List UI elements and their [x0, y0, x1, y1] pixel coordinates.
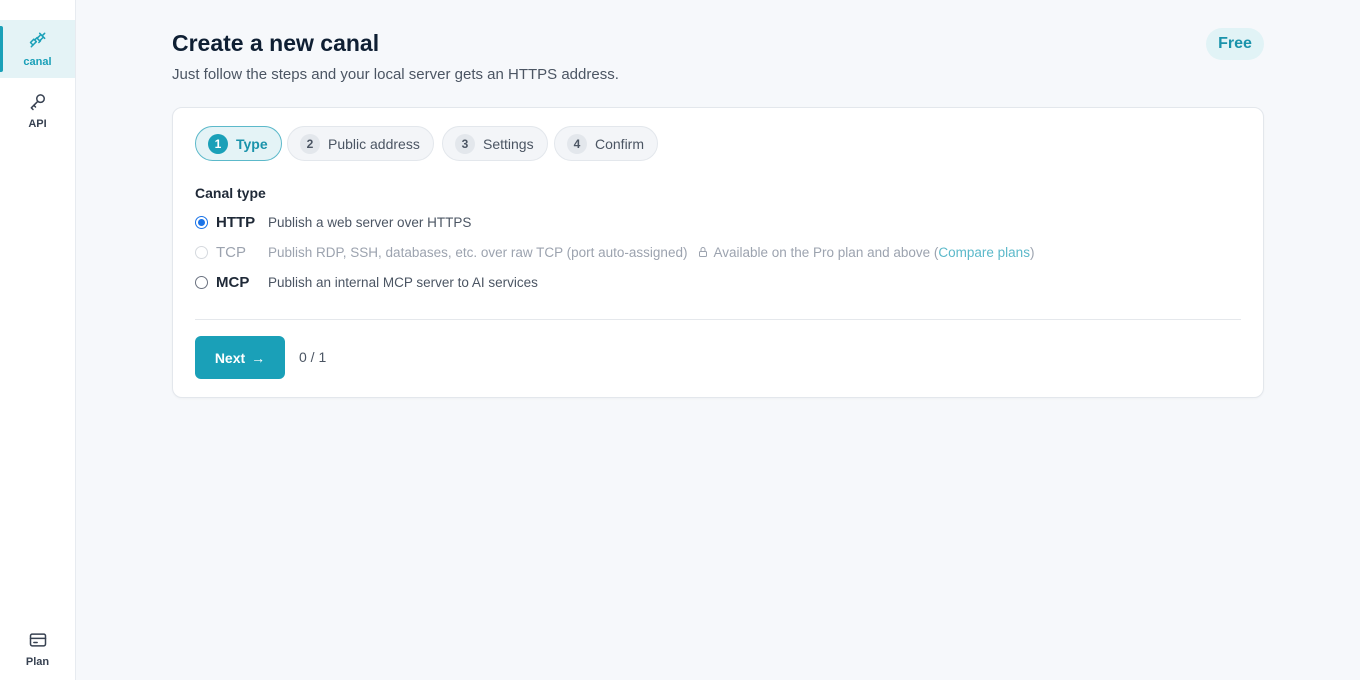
step-public-address[interactable]: 2 Public address [287, 126, 434, 161]
plan-note-suffix: ) [1029, 244, 1035, 260]
lock-icon [699, 247, 708, 257]
step-label: Settings [483, 135, 534, 152]
option-description: Publish RDP, SSH, databases, etc. over r… [268, 244, 688, 260]
option-name: HTTP [216, 213, 256, 231]
step-label: Type [236, 135, 268, 152]
mcp-radio[interactable] [195, 275, 208, 289]
sidebar-item-label: Plan [25, 656, 50, 668]
option-name: MCP [216, 273, 250, 291]
next-button[interactable]: Next → [195, 336, 285, 379]
plan-note: Available on the Pro plan and above (Com… [713, 245, 1034, 260]
step-type[interactable]: 1 Type [195, 126, 282, 161]
canal-type-label: Canal type [195, 185, 266, 201]
sidebar-item-plan[interactable]: Plan [0, 620, 75, 678]
option-description: Publish a web server over HTTPS [268, 214, 472, 230]
plug-icon [28, 30, 48, 56]
wizard-card: 1 Type 2 Public address 3 Settings 4 Con… [172, 107, 1264, 398]
step-settings[interactable]: 3 Settings [442, 126, 548, 161]
page-title: Create a new canal [172, 30, 380, 56]
sidebar: canal API Plan [0, 0, 76, 680]
divider [195, 319, 1241, 320]
page-subtitle: Just follow the steps and your local ser… [172, 66, 619, 83]
sidebar-item-api[interactable]: API [0, 82, 75, 140]
arrow-right-icon: → [251, 349, 266, 366]
http-radio[interactable] [195, 215, 208, 229]
plan-badge[interactable]: Free [1206, 28, 1264, 60]
tcp-radio [195, 245, 208, 259]
step-number: 1 [208, 133, 228, 154]
step-counter: 0 / 1 [299, 349, 327, 365]
option-name: TCP [216, 243, 246, 261]
compare-plans-link[interactable]: Compare plans [938, 245, 1030, 260]
step-label: Confirm [595, 135, 645, 152]
step-number: 4 [567, 133, 587, 154]
sidebar-item-label: API [28, 118, 47, 130]
option-tcp: TCP Publish RDP, SSH, databases, etc. ov… [195, 242, 1034, 262]
option-mcp[interactable]: MCP Publish an internal MCP server to AI… [195, 272, 538, 292]
next-label: Next [214, 349, 246, 366]
plan-note-prefix: Available on the Pro plan and above ( [713, 244, 939, 260]
option-description: Publish an internal MCP server to AI ser… [268, 274, 538, 290]
step-label: Public address [328, 135, 420, 152]
sidebar-item-canal[interactable]: canal [0, 20, 75, 78]
step-confirm[interactable]: 4 Confirm [554, 126, 659, 161]
credit-card-icon [28, 630, 48, 656]
step-number: 2 [300, 133, 320, 154]
option-http[interactable]: HTTP Publish a web server over HTTPS [195, 212, 471, 232]
key-icon [28, 92, 48, 118]
step-number: 3 [455, 133, 475, 154]
sidebar-item-label: canal [23, 56, 52, 68]
